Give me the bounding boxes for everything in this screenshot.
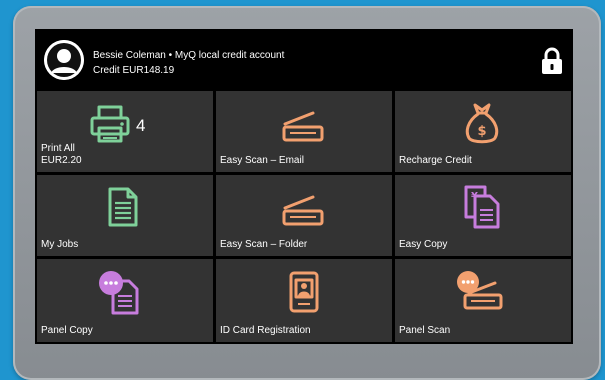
panel-scan-icon (457, 271, 503, 310)
user-name-account: Bessie Coleman • MyQ local credit accoun… (93, 50, 285, 61)
tile-id-card-registration[interactable]: ID Card Registration (216, 259, 392, 342)
scanner-icon (282, 111, 324, 142)
scanner-icon (282, 195, 324, 226)
tile-easy-scan-folder[interactable]: Easy Scan – Folder (216, 175, 392, 256)
tile-label: Panel Copy (41, 325, 93, 336)
svg-text:¥: ¥ (471, 191, 478, 202)
tile-easy-scan-email[interactable]: Easy Scan – Email (216, 91, 392, 172)
panel-copy-icon (99, 271, 139, 315)
lock-icon[interactable] (540, 47, 564, 75)
tile-label: Recharge Credit (399, 155, 472, 166)
id-card-icon (289, 271, 319, 313)
tile-label: Panel Scan (399, 325, 451, 336)
print-all-label: Print All (41, 143, 75, 154)
user-avatar-icon (44, 40, 84, 80)
tile-panel-copy[interactable]: Panel Copy (37, 259, 213, 342)
printer-icon (90, 105, 130, 143)
print-all-price: EUR2.20 (41, 155, 82, 166)
svg-text:$: $ (477, 124, 486, 139)
tile-label: Print All EUR2.20 (41, 143, 82, 167)
print-job-count: 4 (136, 116, 146, 135)
tile-label: ID Card Registration (220, 325, 311, 336)
tile-my-jobs[interactable]: My Jobs (37, 175, 213, 256)
header-bar: Bessie Coleman • MyQ local credit accoun… (35, 29, 573, 89)
tile-label: Easy Scan – Email (220, 155, 304, 166)
tile-panel-scan[interactable]: Panel Scan (395, 259, 571, 342)
tile-easy-copy[interactable]: ¥ Easy Copy (395, 175, 571, 256)
tile-print-all[interactable]: 4 Print All EUR2.20 (37, 91, 213, 172)
tile-label: Easy Copy (399, 239, 448, 250)
money-bag-icon: $ (465, 103, 499, 144)
credit-balance: Credit EUR148.19 (93, 65, 175, 76)
terminal-screen: Bessie Coleman • MyQ local credit accoun… (35, 29, 573, 344)
copy-icon: ¥ (464, 185, 500, 229)
tile-label: My Jobs (41, 239, 79, 250)
tile-recharge-credit[interactable]: $ Recharge Credit (395, 91, 571, 172)
tile-label: Easy Scan – Folder (220, 239, 308, 250)
document-icon (108, 187, 138, 227)
